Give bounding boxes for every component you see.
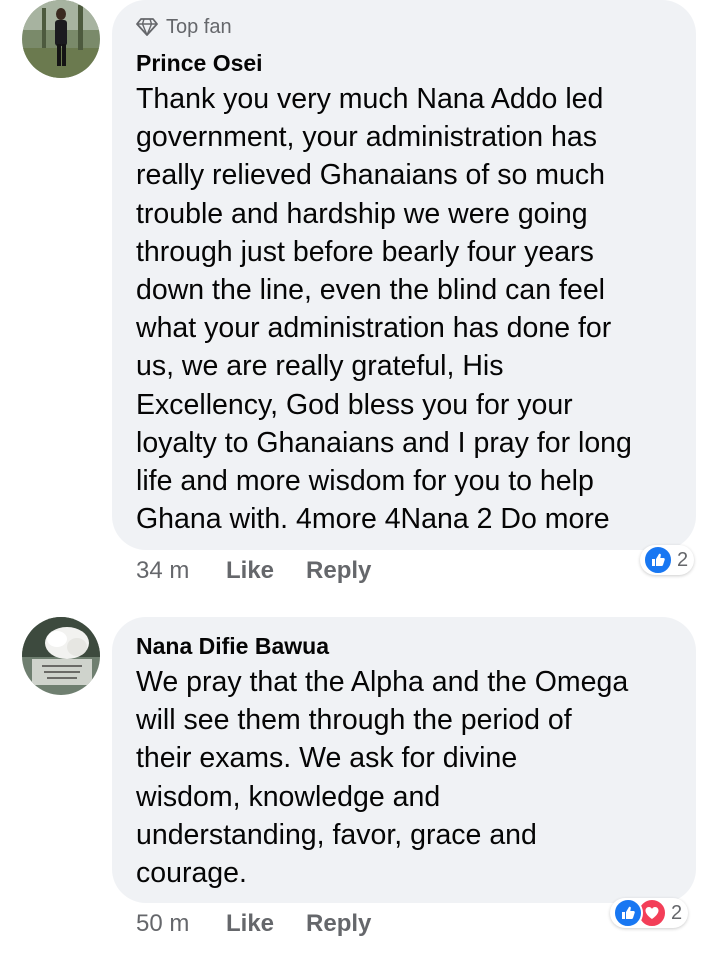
top-fan-badge: Top fan — [136, 12, 676, 42]
comment-bubble: Nana Difie Bawua We pray that the Alpha … — [112, 617, 696, 903]
comment-line: down the line, even the blind can feel — [136, 274, 605, 307]
reply-button[interactable]: Reply — [306, 557, 371, 585]
reaction-summary[interactable]: 2 — [610, 898, 689, 928]
timestamp[interactable]: 50 m — [136, 910, 226, 938]
reaction-count: 2 — [677, 548, 689, 571]
comment-line: life and more wisdom for you to help — [136, 465, 594, 498]
comment-line: us, we are really grateful, His — [136, 350, 504, 383]
badge-label: Top fan — [166, 15, 232, 38]
comment-line: their exams. We ask for divine — [136, 742, 518, 775]
reaction-summary[interactable]: 2 — [640, 545, 695, 575]
comment-actions: 50 m Like Reply — [136, 909, 403, 939]
comment-actions: 34 m Like Reply — [136, 556, 403, 586]
avatar[interactable] — [22, 617, 100, 695]
comment-line: government, your administration has — [136, 121, 597, 154]
like-button[interactable]: Like — [226, 910, 274, 938]
comment-line: understanding, favor, grace and — [136, 818, 537, 851]
avatar[interactable] — [22, 0, 100, 78]
like-button[interactable]: Like — [226, 557, 274, 585]
author-name[interactable]: Nana Difie Bawua — [136, 631, 676, 661]
diamond-icon — [136, 18, 158, 36]
comment-line: what your administration has done for — [136, 312, 612, 345]
comment-line: Thank you very much Nana Addo led — [136, 83, 604, 115]
comment-line: trouble and hardship we were going — [136, 197, 588, 230]
comment-line: Ghana with. 4more 4Nana 2 Do more — [136, 503, 610, 536]
like-icon — [643, 545, 673, 575]
comment-line: really relieved Ghanaians of so much — [136, 159, 605, 192]
like-icon — [613, 898, 643, 928]
avatar-photo — [22, 617, 100, 695]
comment-text: We pray that the Alpha and the Omega wil… — [136, 663, 676, 892]
author-name[interactable]: Prince Osei — [136, 48, 676, 78]
comment-bubble: Top fan Prince Osei Thank you very much … — [112, 0, 696, 550]
comment-line: Excellency, God bless you for your — [136, 388, 573, 421]
comment-line: through just before bearly four years — [136, 235, 594, 268]
timestamp[interactable]: 34 m — [136, 557, 226, 585]
comment-line: courage. — [136, 857, 247, 890]
avatar-photo — [22, 0, 100, 78]
reaction-count: 2 — [671, 901, 683, 924]
comment-line: We pray that the Alpha and the Omega — [136, 666, 629, 698]
comment-line: loyalty to Ghanaians and I pray for long — [136, 426, 632, 459]
comment-text: Thank you very much Nana Addo led govern… — [136, 80, 676, 538]
comment-line: wisdom, knowledge and — [136, 780, 441, 813]
comment-line: will see them through the period of — [136, 704, 572, 737]
reply-button[interactable]: Reply — [306, 910, 371, 938]
